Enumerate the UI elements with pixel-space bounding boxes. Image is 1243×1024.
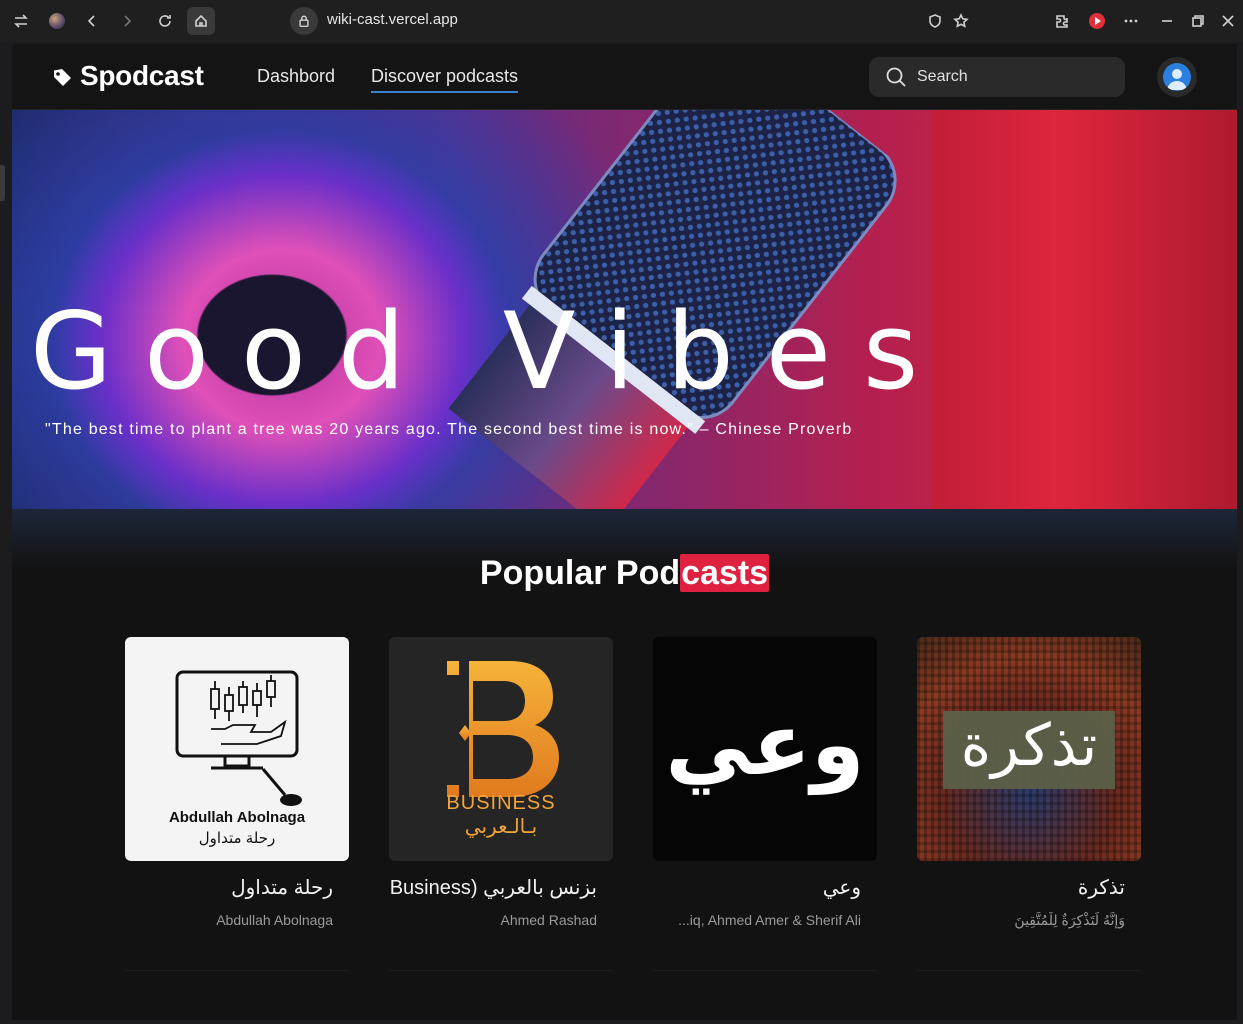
star-icon[interactable] [947, 7, 975, 35]
podcast-author: ...iq, Ahmed Amer & Sherif Ali [678, 912, 861, 928]
user-icon [1163, 63, 1191, 91]
hero-quote: "The best time to plant a tree was 20 ye… [45, 421, 853, 438]
close-icon[interactable] [1214, 7, 1242, 35]
search-box[interactable] [869, 57, 1125, 97]
podcast-title[interactable]: تذكرة [917, 875, 1141, 900]
sidebar-handle[interactable] [0, 165, 5, 201]
podcast-title[interactable]: رحلة متداول [125, 875, 349, 900]
podcast-cover[interactable]: تذكرة [917, 637, 1141, 861]
home-icon[interactable] [187, 7, 215, 35]
podcast-title[interactable]: وعي [653, 875, 877, 900]
podcast-author: Ahmed Rashad [500, 912, 597, 928]
hero-title: Good Vibes [30, 290, 951, 413]
switch-tabs-icon[interactable] [7, 7, 35, 35]
podcast-cover[interactable]: Abdullah Abolnaga رحلة متداول [125, 637, 349, 861]
browser-toolbar: wiki-cast.vercel.app [0, 0, 1243, 42]
brand-name: Spodcast [80, 60, 204, 91]
nav-dashboard[interactable]: Dashbord [257, 66, 335, 91]
lock-icon[interactable] [290, 7, 318, 35]
extensions-icon[interactable] [1048, 7, 1076, 35]
brand-logo[interactable]: Spodcast [52, 60, 204, 92]
back-icon[interactable] [78, 7, 106, 35]
podcast-cover[interactable]: BUSINESS بـالـعربي [389, 637, 613, 861]
forward-icon[interactable] [113, 7, 141, 35]
page-viewport: Spodcast Dashbord Discover podcasts Sear… [12, 44, 1237, 1020]
hero-banner: Good Vibes "The best time to plant a tre… [12, 110, 1237, 509]
section-title: Popular Podcasts [479, 554, 770, 592]
menu-dots-icon[interactable] [1117, 7, 1145, 35]
podcast-author: Abdullah Abolnaga [216, 912, 333, 928]
podcast-card[interactable]: BUSINESS بـالـعربي بزنس بالعربي (Busines… [389, 637, 613, 928]
title-highlight: casts [680, 554, 770, 592]
restore-icon[interactable] [1184, 7, 1212, 35]
record-icon[interactable] [1083, 7, 1111, 35]
trading-monitor-icon [175, 670, 302, 806]
podcast-author: وَإِنَّهُ لَتَذْكِرَةٌ لِلْمُتَّقِينَ [1014, 912, 1125, 928]
podcast-card[interactable]: وعي وعي ...iq, Ahmed Amer & Sherif Ali [653, 637, 877, 928]
nav-discover-podcasts[interactable]: Discover podcasts [371, 66, 519, 93]
user-avatar-button[interactable] [1157, 57, 1197, 97]
site-header: Spodcast Dashbord Discover podcasts [12, 44, 1237, 110]
shield-icon[interactable] [921, 7, 949, 35]
search-icon [886, 67, 906, 87]
search-input[interactable] [917, 68, 1107, 86]
podcast-card[interactable]: Abdullah Abolnaga رحلة متداول رحلة متداو… [125, 637, 349, 928]
minimize-icon[interactable] [1153, 7, 1181, 35]
podcast-title[interactable]: بزنس بالعربي (Business... [389, 875, 613, 900]
reload-icon[interactable] [151, 7, 179, 35]
profile-avatar-icon[interactable] [43, 7, 71, 35]
tag-logo-icon [54, 69, 71, 86]
podcast-cover[interactable]: وعي [653, 637, 877, 861]
address-bar[interactable]: wiki-cast.vercel.app [327, 11, 458, 28]
podcast-card[interactable]: تذكرة تذكرة وَإِنَّهُ لَتَذْكِرَةٌ لِلْم… [917, 637, 1141, 929]
